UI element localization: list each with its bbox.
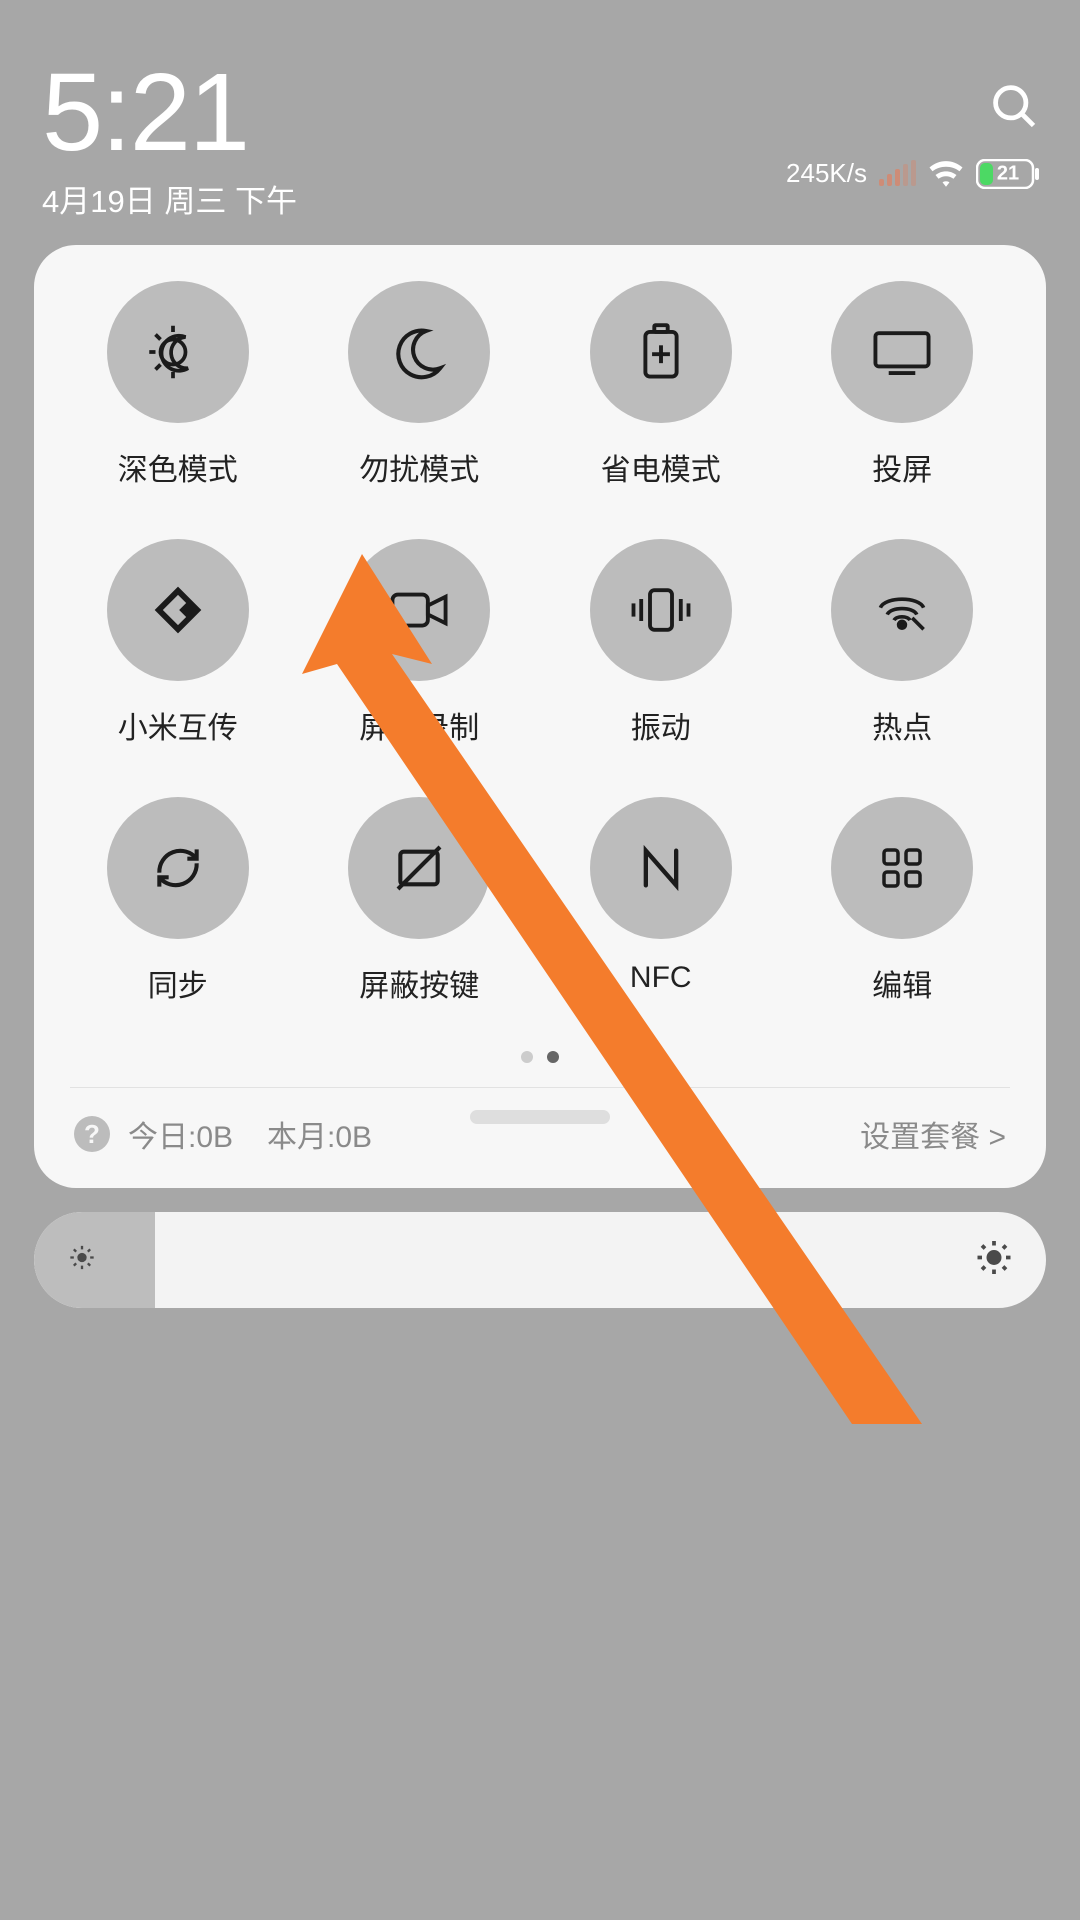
battery-percent: 21 xyxy=(997,162,1019,185)
tile-sync[interactable]: 同步 xyxy=(62,797,294,1005)
vibrate-icon xyxy=(590,539,732,681)
tile-dark-mode[interactable]: 深色模式 xyxy=(62,281,294,489)
tile-label: NFC xyxy=(630,961,692,995)
tile-label: 深色模式 xyxy=(118,445,238,489)
tile-label: 屏幕录制 xyxy=(359,703,479,747)
tile-label: 勿扰模式 xyxy=(359,445,479,489)
brightness-low-icon xyxy=(68,1244,96,1277)
sync-icon xyxy=(107,797,249,939)
tile-mi-share[interactable]: 小米互传 xyxy=(62,539,294,747)
search-icon[interactable] xyxy=(988,80,1040,132)
battery-plus-icon xyxy=(590,281,732,423)
brightness-slider[interactable] xyxy=(34,1212,1046,1308)
clock-time: 5:21 xyxy=(42,58,1040,168)
wifi-icon xyxy=(928,160,964,188)
tile-label: 同步 xyxy=(148,961,208,1005)
edit-grid-icon xyxy=(831,797,973,939)
hide-keys-icon xyxy=(348,797,490,939)
tile-label: 振动 xyxy=(631,703,691,747)
data-today: 今日:0B xyxy=(128,1112,233,1156)
moon-icon xyxy=(348,281,490,423)
mi-share-icon xyxy=(107,539,249,681)
panel-drag-handle[interactable] xyxy=(470,1110,610,1124)
brightness-high-icon xyxy=(976,1240,1012,1281)
tile-hotspot[interactable]: 热点 xyxy=(787,539,1019,747)
tile-edit[interactable]: 编辑 xyxy=(787,797,1019,1005)
tile-vibrate[interactable]: 振动 xyxy=(545,539,777,747)
tile-label: 热点 xyxy=(872,703,932,747)
page-indicator xyxy=(52,1035,1028,1087)
tile-label: 小米互传 xyxy=(118,703,238,747)
hotspot-icon xyxy=(831,539,973,681)
tile-label: 投屏 xyxy=(872,445,932,489)
tile-dnd[interactable]: 勿扰模式 xyxy=(304,281,536,489)
data-month: 本月:0B xyxy=(267,1112,372,1156)
tile-hide-keys[interactable]: 屏蔽按键 xyxy=(304,797,536,1005)
help-icon: ? xyxy=(74,1116,110,1152)
video-camera-icon xyxy=(348,539,490,681)
nfc-icon xyxy=(590,797,732,939)
quick-settings-panel: 深色模式 勿扰模式 省电模式 xyxy=(34,245,1046,1188)
tile-label: 编辑 xyxy=(872,961,932,1005)
tile-cast[interactable]: 投屏 xyxy=(787,281,1019,489)
battery-icon: 21 xyxy=(976,159,1040,189)
set-plan-link[interactable]: 设置套餐 > xyxy=(860,1112,1006,1156)
tile-label: 省电模式 xyxy=(601,445,721,489)
cellular-signal-icon xyxy=(879,162,916,186)
tile-battery-saver[interactable]: 省电模式 xyxy=(545,281,777,489)
dark-mode-icon xyxy=(107,281,249,423)
tile-screen-record[interactable]: 屏幕录制 xyxy=(304,539,536,747)
cast-icon xyxy=(831,281,973,423)
network-speed: 245K/s xyxy=(786,158,867,189)
data-usage-row[interactable]: ? 今日:0B 本月:0B 设置套餐 > xyxy=(52,1088,1028,1182)
tile-nfc[interactable]: NFC xyxy=(545,797,777,1005)
tile-label: 屏蔽按键 xyxy=(359,961,479,1005)
